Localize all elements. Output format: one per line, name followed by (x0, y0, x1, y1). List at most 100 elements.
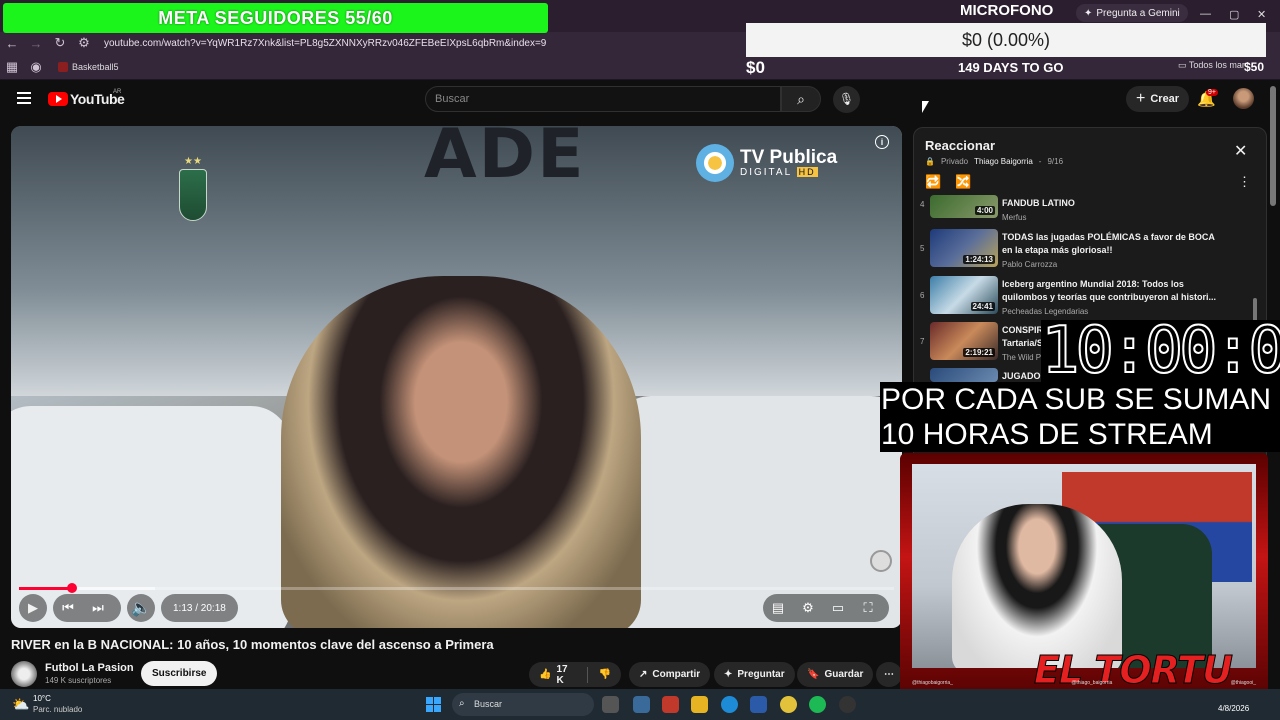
tv-publica-logo-icon (696, 144, 734, 182)
playlist-item-index: 4 (920, 200, 925, 209)
previous-icon[interactable]: ⏮ (53, 600, 83, 616)
menu-icon[interactable] (17, 92, 31, 104)
donation-current: $0 (746, 58, 765, 77)
playlist-more-icon[interactable]: ⋮ (1238, 174, 1251, 190)
loop-icon[interactable]: 🔁 (925, 174, 941, 190)
next-icon[interactable]: ⏭ (83, 600, 113, 616)
search-input[interactable]: Buscar (425, 86, 781, 112)
globe-icon[interactable]: ◉ (24, 59, 48, 75)
edge-icon[interactable] (721, 696, 738, 713)
channel-watermark-icon[interactable] (870, 550, 892, 572)
settings-icon[interactable]: ⚙ (793, 600, 823, 616)
playlist-title[interactable]: Reaccionar (925, 138, 995, 153)
taskbar-search[interactable]: Buscar (452, 693, 594, 716)
subtitles-icon[interactable]: ▤ (763, 600, 793, 616)
playlist-thumbnail: 1:24:13 (930, 229, 998, 267)
voice-search-button[interactable]: 🎙 (833, 86, 860, 113)
bookmark-favicon-icon (58, 61, 68, 72)
like-icon[interactable]: 👍 (539, 669, 551, 680)
webcam-person (952, 504, 1122, 668)
video-frame-seat (11, 406, 291, 628)
channel-avatar[interactable] (11, 661, 37, 687)
account-avatar[interactable] (1233, 88, 1254, 109)
mic-icon: 🎙 (838, 92, 855, 106)
settings-app-icon[interactable] (633, 696, 650, 713)
back-icon[interactable]: ← (0, 36, 24, 51)
playlist-controls: 🔁 🔀 (925, 174, 971, 190)
progress-scrubber[interactable] (66, 583, 77, 593)
playlist-scrollbar[interactable] (1253, 198, 1257, 328)
apps-icon[interactable]: ▦ (0, 59, 24, 75)
create-button[interactable]: + Crear (1126, 86, 1190, 112)
playlist-owner[interactable]: Thiago Baigorria (974, 157, 1033, 166)
maximize-icon[interactable]: ▢ (1229, 8, 1239, 21)
url-field[interactable]: youtube.com/watch?v=YqWR1Rz7Xnk&list=PL8… (104, 38, 546, 49)
share-button[interactable]: ↗ Compartir (629, 662, 711, 687)
play-button[interactable]: ▶ (19, 594, 47, 622)
info-icon[interactable]: i (875, 135, 889, 149)
taskbar-date[interactable]: 4/8/2026 (1218, 704, 1249, 713)
webcam-feed (912, 464, 1256, 668)
like-dislike-pill: 👍 17 K 👎 (529, 662, 621, 687)
gemini-icon: ✦ (1084, 7, 1093, 19)
weather-icon[interactable]: ⛅ (12, 696, 29, 713)
more-icon: ⋯ (884, 669, 894, 680)
obs-icon[interactable] (839, 696, 856, 713)
windows-taskbar: ⛅ 10°C Parc. nublado Buscar ⌕ 4/8/2026 (0, 689, 1280, 720)
task-view-icon[interactable] (602, 696, 619, 713)
search-icon: ⌕ (797, 91, 805, 107)
store-icon[interactable] (750, 696, 767, 713)
minimize-icon[interactable]: — (1200, 8, 1211, 20)
youtube-logo-icon[interactable] (48, 92, 68, 106)
plus-icon: + (1136, 90, 1146, 107)
playlist-item[interactable]: 5 1:24:13 TODAS las jugadas POLÉMICAS a … (914, 229, 1252, 275)
reload-icon[interactable]: ↻ (48, 35, 72, 51)
start-icon[interactable] (426, 697, 441, 712)
close-icon[interactable]: ✕ (1234, 141, 1247, 161)
mouse-cursor-icon (922, 101, 929, 113)
social-instagram: @thiagobaigorria_ (912, 680, 953, 686)
search-button[interactable]: ⌕ (781, 86, 821, 112)
progress-bar[interactable] (19, 583, 894, 593)
playlist-item-channel: Pablo Carrozza (1002, 260, 1058, 269)
gemini-button[interactable]: ✦ Pregunta a Gemini (1076, 4, 1188, 22)
gemini-label: Pregunta a Gemini (1096, 7, 1180, 19)
create-label: Crear (1150, 93, 1180, 105)
subscribe-button[interactable]: Suscribirse (141, 661, 218, 686)
all-bookmarks-button[interactable]: ▭ Todos los mar (1178, 60, 1245, 71)
weather-temp[interactable]: 10°C (33, 694, 51, 703)
forward-icon[interactable]: → (24, 36, 48, 51)
like-count[interactable]: 17 K (556, 664, 575, 686)
channel-name[interactable]: Futbol La Pasion (45, 662, 134, 674)
bookmarks-bar: ▦ ◉ Basketball5 (0, 54, 1280, 80)
streaming-app-icon[interactable] (662, 696, 679, 713)
time-display: 1:13 / 20:18 (161, 594, 238, 622)
shuffle-icon[interactable]: 🔀 (955, 174, 971, 190)
streamer-socials: @thiagobaigorria_ @thiago_baigorria @thi… (912, 680, 1256, 686)
more-actions-button[interactable]: ⋯ (876, 662, 902, 687)
weather-desc[interactable]: Parc. nublado (33, 705, 82, 714)
share-icon: ↗ (639, 669, 648, 680)
bookmark-basketball5[interactable]: Basketball5 (58, 61, 119, 72)
dislike-icon[interactable]: 👎 (599, 669, 611, 680)
theater-mode-icon[interactable]: ▭ (823, 600, 853, 616)
club-crest-icon: ★★ (176, 156, 210, 226)
volume-button[interactable]: 🔈 (127, 594, 155, 622)
playlist-privacy: Privado (940, 157, 969, 166)
playlist-duration: 2:19:21 (963, 348, 995, 357)
video-player[interactable]: ADE ★★ TV Publica DIGITAL HD i ▶ ⏮ ⏭ 🔈 1… (11, 126, 902, 628)
chrome-icon[interactable] (780, 696, 797, 713)
page-scrollbar[interactable] (1270, 86, 1276, 206)
share-label: Compartir (652, 669, 701, 680)
ask-button[interactable]: ✦ Preguntar (714, 662, 795, 687)
file-explorer-icon[interactable] (691, 696, 708, 713)
player-right-controls: ▤ ⚙ ▭ ⛶ (763, 594, 889, 622)
playlist-duration: 4:00 (974, 206, 995, 215)
site-info-icon[interactable]: ⚙ (72, 35, 96, 51)
tv-publica-logo-text: TV Publica (740, 146, 838, 168)
close-window-icon[interactable]: ✕ (1257, 8, 1266, 21)
fullscreen-icon[interactable]: ⛶ (853, 600, 883, 616)
playlist-thumbnail: 24:41 (930, 276, 998, 314)
spotify-icon[interactable] (809, 696, 826, 713)
save-button[interactable]: 🔖 Guardar (797, 662, 874, 687)
